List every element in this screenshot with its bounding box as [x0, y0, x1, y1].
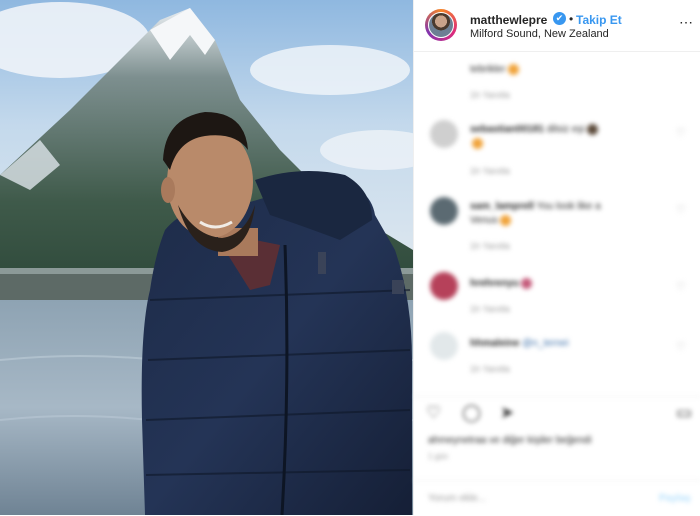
photo-scene — [0, 0, 413, 515]
comment-meta: 1h Yanıtla — [470, 364, 510, 374]
comment-text: sam_lamprell You look like a — [470, 201, 601, 212]
comment-like-icon[interactable]: ♡ — [676, 126, 686, 139]
comment-text: hrehrenyu — [470, 278, 532, 289]
post-location[interactable]: Milford Sound, New Zealand — [470, 28, 609, 40]
add-comment-bar: Yorum ekle... Paylaş — [414, 480, 700, 516]
likes-summary[interactable]: ahmeynetraa ve diğer kişiler beğendi — [428, 435, 591, 446]
commenter-avatar[interactable] — [430, 332, 458, 360]
comment-meta: 1h Yanıtla — [470, 241, 510, 251]
post-side-panel: matthewlepre ✔ • Takip Et Milford Sound,… — [413, 0, 700, 515]
comment-text: hhmaleine @n_ternei — [470, 338, 569, 349]
more-options-icon[interactable]: ⋯ — [679, 14, 694, 31]
add-comment-input[interactable]: Yorum ekle... — [428, 493, 486, 504]
post-actions-bar: ♡ ◯ ➤ ▭ — [414, 396, 700, 431]
post-date: 1 gün — [428, 452, 449, 461]
comment-emoji — [470, 138, 483, 149]
comment-text-line2: Venus — [470, 215, 511, 226]
commenter-avatar[interactable] — [430, 197, 458, 225]
comment-like-icon[interactable]: ♡ — [676, 340, 686, 353]
comment-text: sebastian00181 dilsiz eşi — [470, 124, 598, 135]
post-header: matthewlepre ✔ • Takip Et Milford Sound,… — [414, 0, 700, 52]
header-separator: • — [569, 12, 574, 26]
comment-meta: 1h Yanıtla — [470, 166, 510, 176]
comment-text: tebrikler — [470, 64, 519, 75]
commenter-avatar[interactable] — [430, 120, 458, 148]
comment-meta: 1h Yanıtla — [470, 90, 510, 100]
author-avatar[interactable] — [425, 9, 457, 41]
comment-like-icon[interactable]: ♡ — [676, 280, 686, 293]
verified-badge-icon: ✔ — [553, 12, 566, 25]
save-icon[interactable]: ▭ — [676, 403, 692, 423]
commenter-avatar[interactable] — [430, 272, 458, 300]
comment-icon[interactable]: ◯ — [462, 403, 481, 423]
comment-like-icon[interactable]: ♡ — [676, 203, 686, 216]
like-icon[interactable]: ♡ — [426, 403, 441, 423]
author-username[interactable]: matthewlepre — [470, 13, 547, 27]
share-icon[interactable]: ➤ — [500, 403, 514, 423]
post-photo[interactable] — [0, 0, 413, 515]
comment-meta: 1h Yanıtla — [470, 304, 510, 314]
post-comment-button[interactable]: Paylaş — [659, 493, 691, 504]
follow-button[interactable]: Takip Et — [576, 13, 622, 27]
